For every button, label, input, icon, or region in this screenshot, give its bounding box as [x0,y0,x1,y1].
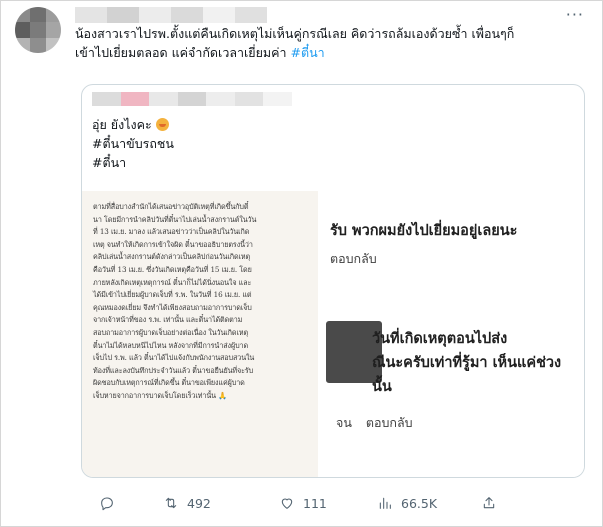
statement-line: คุณหมองดเยี่ยม จึงทำได้เพียงสอบถามอาการบ… [93,302,252,312]
like-icon [281,498,293,509]
media-image-statement[interactable]: ตามที่สื่อบางสำนักได้เสนอข่าวอุบัติเหตุท… [82,191,318,477]
avatar[interactable] [15,7,61,53]
statement-line: เจ็บหายจากอาการบาดเจ็บโดยเร็วเท่านั้น 🙏 [93,390,227,400]
statement-line: เจ็บไป ร.พ. แล้ว ตี๋นาได้ไปแจ้งกับพนักงา… [93,353,255,363]
media-image-comments[interactable]: รับ พวกผมยังไปเยี่ยมอยู่เลยนะ ตอบกลับ วั… [320,191,584,477]
share-icon [483,497,495,509]
comment-line-3: ณีนะครับเท่าที่รู้มา เห็นแค่ช่วง [372,355,562,371]
quoted-tweet[interactable]: อุ่ย ยังไงคะ #ตี๋นาขับรถชน #ตี๋นา ตามที่… [81,84,585,478]
quoted-text-line-1: อุ่ย ยังไงคะ [92,115,174,134]
views-icon [379,497,391,509]
reply-button[interactable] [99,493,123,513]
tweet-card[interactable]: ··· น้องสาวเราไปรพ.ตั้งแต่คืนเกิดเหตุไม่… [0,0,603,527]
retweet-count: 492 [187,495,211,511]
views-button[interactable]: 66.5K [377,493,437,513]
statement-line: ที่ 13 เม.ย. มาลง แล้วเสนอข่าวว่าเป็นคลิ… [93,227,250,237]
quoted-media[interactable]: ตามที่สื่อบางสำนักได้เสนอข่าวอุบัติเหตุท… [82,191,584,477]
comment-reply-text: ตอบกลับ [365,415,413,430]
statement-line: นา โดยมีการนำคลิปวันที่ตี๋นาไปเล่นน้ำสงก… [93,214,257,224]
retweet-button[interactable]: 492 [163,493,211,513]
comment-reply-prefix: จน [336,415,352,430]
comment-line-1: รับ พวกผมยังไปเยี่ยมอยู่เลยนะ [330,223,518,239]
statement-line: ตี๋นาไม่ได้หลบหนีไปไหน หลังจากที่มีการนำ… [93,340,249,350]
author-name-redacted[interactable] [75,7,267,23]
hashtag-link[interactable]: #ตี๋นา [291,45,325,60]
quoted-text: อุ่ย ยังไงคะ #ตี๋นาขับรถชน #ตี๋นา [92,115,174,172]
tweet-text: น้องสาวเราไปรพ.ตั้งแต่คืนเกิดเหตุไม่เห็น… [75,24,587,62]
statement-line: ท้องที่และลงบันทึกประจำวันแล้ว ตี๋นาขอยื… [93,365,254,375]
tweet-actions: 492 111 66.5K [99,493,509,513]
statement-line: สอบถามอาการผู้บาดเจ็บอย่างต่อเนื่อง ในวั… [93,327,249,337]
statement-line: จากเจ้าหน้าที่ของ ร.พ. เท่านั้น และตี๋นา… [93,315,243,325]
retweet-icon [165,497,177,509]
statement-line: ได้มีเข้าไปเยี่ยมผู้บาดเจ็บที่ ร.พ. ในวั… [93,290,252,300]
tweet-text-line-1: น้องสาวเราไปรพ.ตั้งแต่คืนเกิดเหตุไม่เห็น… [75,26,515,41]
quoted-line-1-text: อุ่ย ยังไงคะ [92,117,152,132]
comment-reply-label-1: ตอบกลับ [330,251,377,266]
like-count: 111 [303,495,327,511]
quoted-hashtag-2[interactable]: #ตี๋นา [92,153,174,172]
tweet-text-line-2-body: เข้าไปเยี่ยมตลอด แค่จำกัดเวลาเยี่ยมค่า [75,45,291,60]
statement-line: คือวันที่ 13 เม.ย. ซึ่งวันเกิดเหตุคือวัน… [93,264,252,274]
statement-line: เหตุ จนทำให้เกิดการเข้าใจผิด ตี๋นาขออธิบ… [93,239,253,249]
quoted-author-redacted[interactable] [92,92,293,106]
share-button[interactable] [481,493,497,513]
tweet-text-line-2: เข้าไปเยี่ยมตลอด แค่จำกัดเวลาเยี่ยมค่า #… [75,43,587,62]
reply-icon [101,497,113,511]
like-button[interactable]: 111 [279,493,327,513]
comment-line-4: นั้น [372,379,392,395]
emoji-icon [155,118,169,131]
comment-reply-label-2: จน ตอบกลับ [336,413,427,433]
comment-line-2: วันที่เกิดเหตุตอนไปส่ง [372,331,508,347]
quoted-hashtag-1[interactable]: #ตี๋นาขับรถชน [92,134,174,153]
statement-text: ตามที่สื่อบางสำนักได้เสนอข่าวอุบัติเหตุท… [93,201,307,403]
statement-line: ตามที่สื่อบางสำนักได้เสนอข่าวอุบัติเหตุท… [93,202,249,211]
view-count: 66.5K [401,495,438,511]
statement-line: ภายหลังเกิดเหตุเหตุการณ์ ตี๋นาก็ไม่ได้นิ… [93,277,252,287]
more-icon[interactable]: ··· [566,5,584,24]
statement-line: คลิปเล่นน้ำสงกรานต์ดังกล่าวเป็นคลิปก่อนว… [93,252,251,262]
statement-line: ผิดชอบกับเหตุการณ์ที่เกิดขึ้น ตี๋นาขอเพี… [93,378,245,388]
